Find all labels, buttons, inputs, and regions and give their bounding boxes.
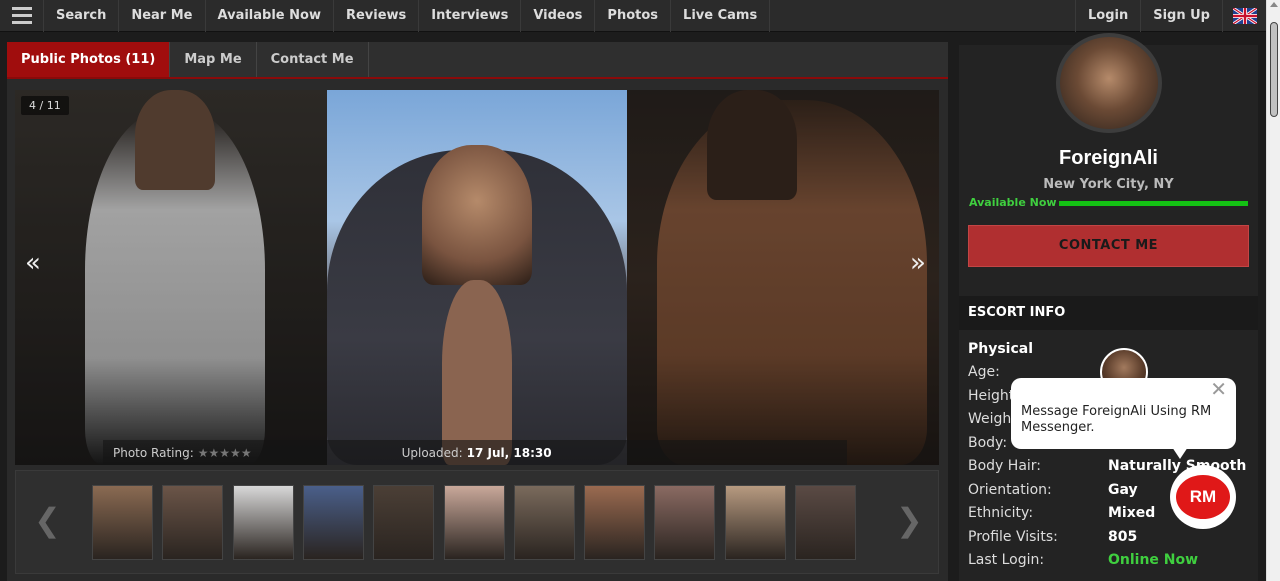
scroll-up-icon[interactable]: [1270, 2, 1278, 7]
photo-thumbnail[interactable]: [162, 485, 224, 560]
messenger-popup-tail: [1172, 447, 1188, 459]
profile-city: New York City, NY: [1043, 177, 1174, 192]
photo-thumbnail[interactable]: [584, 485, 646, 560]
info-label: Ethnicity:: [968, 505, 1034, 521]
photo-panel: Public Photos (11) Map Me Contact Me 4 /…: [7, 42, 948, 581]
nav-photos[interactable]: Photos: [595, 0, 672, 32]
uploaded-label: Uploaded:: [401, 445, 463, 460]
photo-thumbnail[interactable]: [443, 485, 505, 560]
nav-available-now[interactable]: Available Now: [206, 0, 334, 32]
info-value: Naturally Smooth: [1108, 458, 1247, 474]
messenger-message: Message ForeignAli Using RM Messenger.: [1021, 404, 1212, 435]
hamburger-menu-icon[interactable]: [0, 0, 44, 32]
top-nav-bar: Search Near Me Available Now Reviews Int…: [0, 0, 1266, 32]
photo-thumbnail[interactable]: [724, 485, 786, 560]
photo-thumbnail[interactable]: [92, 485, 153, 560]
info-label: Profile Visits:: [968, 528, 1058, 545]
profile-avatar[interactable]: [1056, 33, 1162, 133]
rm-messenger-button[interactable]: RM: [1170, 465, 1236, 529]
signup-link[interactable]: Sign Up: [1140, 0, 1222, 32]
uploaded-date: 17 Jul, 18:30: [466, 445, 552, 460]
photo-previous[interactable]: [15, 90, 327, 465]
nav-videos[interactable]: Videos: [521, 0, 596, 32]
rm-messenger-icon: RM: [1176, 475, 1230, 519]
thumbs-prev-icon[interactable]: ❮: [34, 501, 61, 539]
info-value: 805: [1108, 528, 1138, 545]
nav-near-me[interactable]: Near Me: [119, 0, 206, 32]
tab-map-me[interactable]: Map Me: [170, 42, 257, 77]
info-label: Body:: [968, 434, 1008, 451]
profile-tabs: Public Photos (11) Map Me Contact Me: [7, 42, 948, 79]
photo-current[interactable]: [327, 90, 627, 465]
photo-thumbnail[interactable]: [302, 485, 364, 560]
photo-next[interactable]: [627, 90, 939, 465]
info-value: Gay: [1108, 481, 1138, 498]
gallery-prev-icon[interactable]: «: [25, 248, 41, 278]
photo-thumbnail[interactable]: [373, 485, 435, 560]
photo-rating-label: Photo Rating:: [113, 445, 194, 460]
tab-contact-me[interactable]: Contact Me: [257, 42, 369, 77]
photo-gallery[interactable]: 4 / 11 « » Photo Rating: ★★★★★ Uploaded:…: [15, 90, 939, 465]
page-scrollbar[interactable]: [1266, 0, 1280, 581]
photo-counter: 4 / 11: [21, 96, 69, 115]
messenger-popup[interactable]: ✕ Message ForeignAli Using RM Messenger.: [1011, 378, 1236, 449]
photo-info-bar: Photo Rating: ★★★★★ Uploaded: 17 Jul, 18…: [103, 440, 847, 465]
close-icon[interactable]: ✕: [1210, 379, 1227, 399]
info-value: Mixed: [1108, 505, 1156, 521]
info-label: Height: [968, 387, 1015, 404]
nav-reviews[interactable]: Reviews: [334, 0, 420, 32]
thumbs-next-icon[interactable]: ❯: [896, 501, 923, 539]
info-label: Weight: [968, 411, 1017, 427]
gallery-next-icon[interactable]: »: [910, 248, 926, 278]
physical-section-title: Physical: [968, 341, 1034, 357]
rating-stars-icon[interactable]: ★★★★★: [198, 446, 252, 460]
nav-live-cams[interactable]: Live Cams: [671, 0, 771, 32]
escort-info-header: ESCORT INFO: [959, 296, 1258, 330]
info-label: Body Hair:: [968, 458, 1042, 474]
photo-thumbnail[interactable]: [795, 485, 856, 560]
photo-thumbnail[interactable]: [513, 485, 575, 560]
availability-status: Available Now: [969, 196, 1057, 209]
photo-thumbnail[interactable]: [232, 485, 294, 560]
nav-interviews[interactable]: Interviews: [419, 0, 522, 32]
info-value: Online Now: [1108, 552, 1199, 568]
uk-flag-icon[interactable]: [1222, 0, 1266, 32]
profile-name: ForeignAli: [1059, 147, 1158, 169]
scrollbar-thumb[interactable]: [1270, 22, 1278, 117]
nav-search[interactable]: Search: [44, 0, 120, 32]
info-label: Last Login:: [968, 552, 1045, 568]
photo-thumbnail[interactable]: [654, 485, 716, 560]
info-label: Age:: [968, 364, 1000, 380]
login-link[interactable]: Login: [1074, 0, 1140, 32]
contact-me-button[interactable]: CONTACT ME: [968, 225, 1249, 267]
tab-public-photos[interactable]: Public Photos (11): [7, 42, 171, 77]
info-label: Orientation:: [968, 481, 1052, 498]
availability-bar: [1059, 201, 1248, 206]
thumbnail-strip: ❮ ❯: [15, 470, 939, 574]
